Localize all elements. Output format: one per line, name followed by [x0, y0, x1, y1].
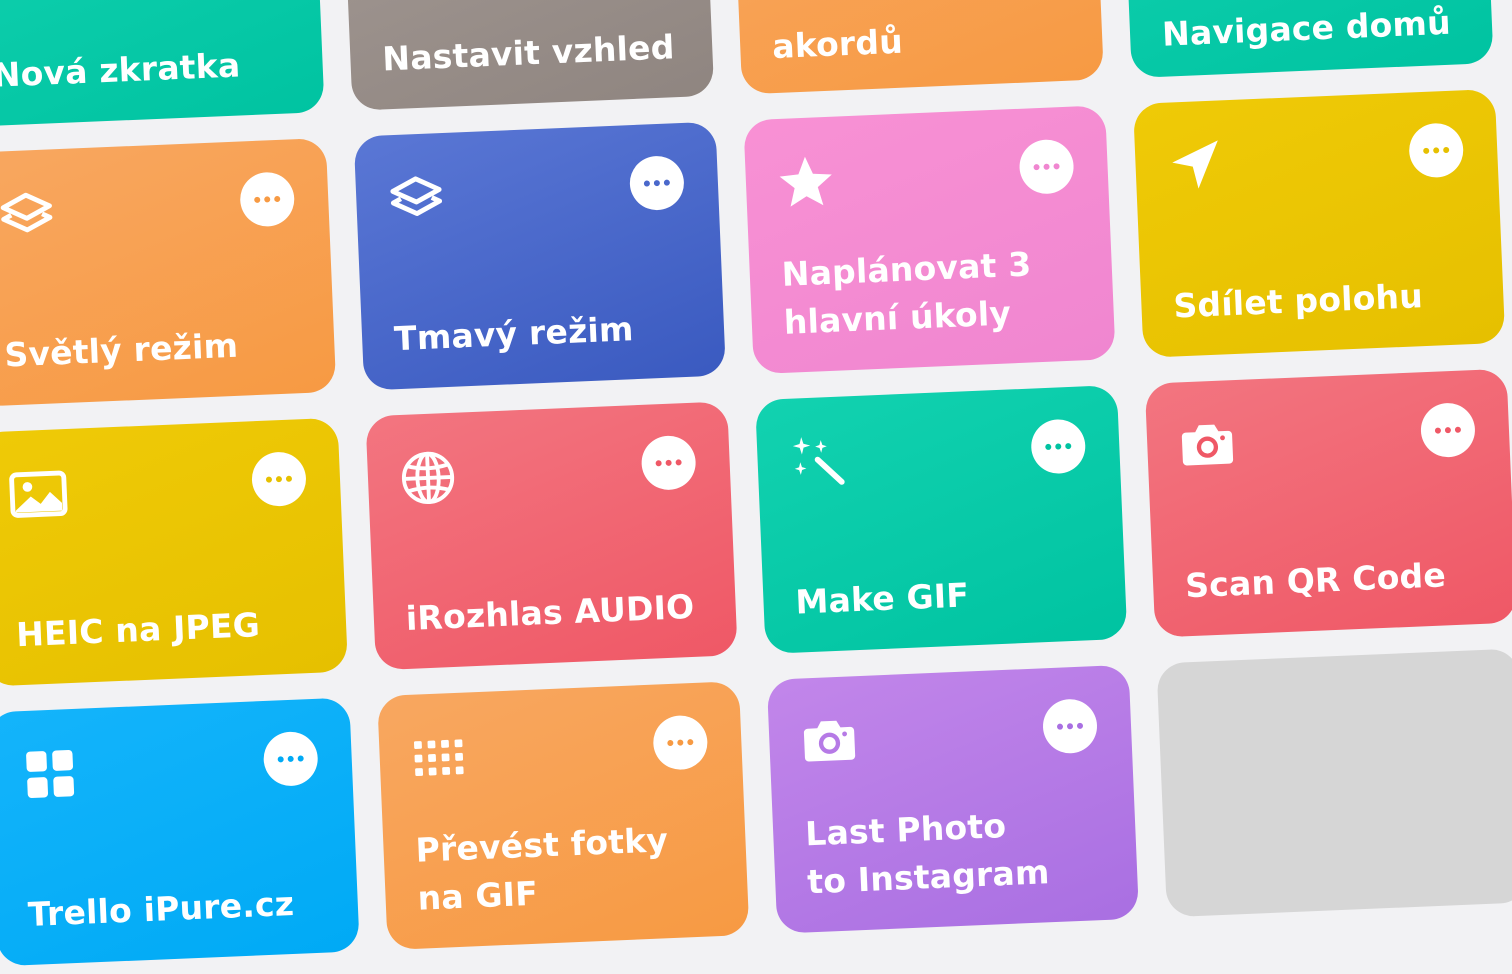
shortcut-label: Nová zkratka: [0, 45, 242, 95]
photo-icon: [7, 463, 69, 525]
ellipsis-icon: [1045, 442, 1072, 451]
ellipsis-icon: [643, 179, 671, 187]
shortcut-label: Navigace domů: [1161, 2, 1452, 54]
shortcut-tile-nastavit-vzhled[interactable]: Nastavit vzhled: [341, 0, 715, 111]
more-options-button[interactable]: [239, 171, 296, 228]
shortcut-label: Naplánovat 3 hlavní úkoly: [781, 244, 1033, 342]
shortcut-label: Převést fotky na GIF: [414, 820, 669, 918]
shortcut-label: Nastavit vzhled: [381, 27, 676, 79]
shortcut-label: Světlý režim: [3, 325, 239, 375]
shortcut-tile-tmavy-rezim[interactable]: Tmavý režim: [353, 121, 727, 391]
shortcut-label: Sdílet polohu: [1172, 276, 1424, 326]
more-options-button[interactable]: [1030, 418, 1087, 475]
layers-icon: [0, 183, 58, 245]
location-arrow-icon: [1164, 134, 1226, 196]
ellipsis-icon: [277, 755, 304, 763]
magic-wand-icon: [786, 430, 848, 492]
shortcut-tile-sdilet-polohu[interactable]: Sdílet polohu: [1133, 88, 1506, 358]
empty-placeholder-tile: [1156, 648, 1512, 918]
more-options-button[interactable]: [262, 730, 319, 788]
globe-icon: [397, 447, 459, 509]
shortcut-tile-last-photo-instagram[interactable]: Last Photo to Instagram: [766, 664, 1140, 934]
keypad-icon: [409, 726, 471, 788]
more-options-button[interactable]: [1041, 698, 1099, 755]
shortcut-label: iRozhlas AUDIO: [405, 586, 696, 638]
ellipsis-icon: [667, 739, 694, 747]
ellipsis-icon: [1033, 163, 1060, 171]
shortcut-tile-scan-qr-code[interactable]: Scan QR Code: [1144, 368, 1512, 638]
ellipsis-icon: [655, 459, 682, 467]
shortcut-tile-prevest-fotky[interactable]: Převést fotky na GIF: [377, 681, 750, 951]
ellipsis-icon: [1434, 426, 1462, 434]
shortcut-tile-heic-na-jpeg[interactable]: HEIC na JPEG: [0, 417, 349, 687]
ellipsis-icon: [265, 475, 293, 483]
shortcut-label: Last Photo to Instagram: [804, 806, 1051, 902]
layers-icon: [385, 167, 447, 229]
more-options-button[interactable]: [250, 451, 308, 508]
shortcut-tile-navigace-domu[interactable]: Navigace domů: [1121, 0, 1494, 79]
shortcut-label: Trello iPure.cz: [27, 883, 295, 935]
more-options-button[interactable]: [628, 154, 686, 212]
shortcut-tile-trello-ipure[interactable]: Trello iPure.cz: [0, 697, 360, 967]
camera-icon: [1176, 414, 1238, 476]
more-options-button[interactable]: [652, 714, 709, 771]
shortcut-tile-naplanovat-ukoly[interactable]: Naplánovat 3 hlavní úkoly: [743, 105, 1116, 375]
shortcut-tile-irozhlas-audio[interactable]: iRozhlas AUDIO: [365, 401, 738, 671]
shortcut-label: Scan QR Code: [1184, 555, 1447, 606]
grid-icon: [19, 743, 81, 805]
shortcut-label: Make GIF: [794, 575, 970, 622]
shortcut-tile-make-gif[interactable]: Make GIF: [755, 384, 1128, 654]
more-options-button[interactable]: [1018, 138, 1075, 195]
shortcuts-gallery: Nová zkratka Nastavit vzhled akordů Navi…: [0, 0, 1512, 973]
shortcut-label: HEIC na JPEG: [15, 605, 261, 655]
shortcut-tile-nova-zkratka[interactable]: Nová zkratka: [0, 0, 325, 128]
camera-icon: [798, 710, 860, 772]
shortcut-tile-akordu[interactable]: akordů: [731, 0, 1104, 95]
ellipsis-icon: [254, 195, 281, 203]
ellipsis-icon: [1423, 146, 1450, 154]
star-icon: [775, 151, 837, 213]
shortcut-tile-svetly-rezim[interactable]: Světlý režim: [0, 137, 337, 407]
more-options-button[interactable]: [1408, 122, 1465, 179]
shortcut-label: akordů: [771, 21, 904, 67]
more-options-button[interactable]: [1419, 402, 1477, 459]
ellipsis-icon: [1056, 722, 1084, 730]
more-options-button[interactable]: [640, 434, 697, 491]
shortcut-label: Tmavý režim: [393, 309, 635, 359]
